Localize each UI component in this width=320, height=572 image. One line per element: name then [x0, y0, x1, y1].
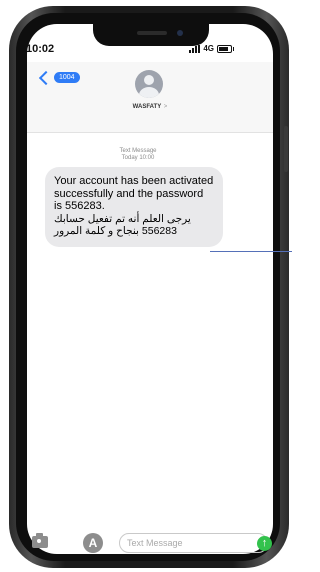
- front-camera: [177, 30, 183, 36]
- network-label: 4G: [203, 44, 214, 53]
- app-store-icon[interactable]: A: [83, 533, 103, 553]
- status-indicators: 4G: [189, 44, 234, 53]
- message-bubble[interactable]: Your account has been activated successf…: [45, 167, 223, 247]
- contact-name[interactable]: WASFATY >: [27, 104, 273, 110]
- chevron-left-icon: [38, 70, 54, 85]
- arrow-up-icon: ↑: [261, 537, 268, 549]
- contact-avatar[interactable]: [135, 70, 163, 98]
- camera-icon[interactable]: [32, 533, 48, 548]
- back-button[interactable]: 1004: [38, 70, 80, 85]
- signal-icon: [189, 44, 201, 53]
- message-text-arabic-line2: 556283 بنجاح و كلمة المرور: [54, 225, 177, 237]
- status-time: 10:02: [26, 43, 55, 55]
- send-button[interactable]: ↑: [257, 536, 272, 551]
- speaker-grille: [137, 31, 167, 35]
- composer-bar: A Text Message ↑: [27, 532, 272, 554]
- power-button: [284, 126, 288, 172]
- thread-label: Text Message: [119, 148, 157, 154]
- message-input[interactable]: Text Message: [119, 533, 268, 553]
- status-bar: 10:02 4G: [0, 43, 246, 57]
- screenshot-stage: 10:02 4G 1004 WASFATY > Text Message Tod…: [0, 0, 292, 572]
- conversation-header: 1004 WASFATY >: [27, 62, 273, 133]
- message-text-arabic-line1: يرجى العلم أنه تم تفعيل حسابك: [54, 212, 191, 225]
- contact-name-label: WASFATY: [132, 104, 162, 110]
- person-icon: [144, 75, 154, 85]
- battery-icon: [217, 44, 234, 53]
- thread-meta: Text Message Today 10:00: [0, 148, 276, 162]
- unread-badge: 1004: [54, 72, 80, 83]
- person-icon-body: [139, 87, 159, 98]
- message-text-english: Your account has been activated successf…: [54, 175, 214, 212]
- annotation-line: [210, 251, 292, 252]
- chevron-right-icon: >: [163, 104, 168, 110]
- thread-timestamp: Today 10:00: [121, 155, 155, 161]
